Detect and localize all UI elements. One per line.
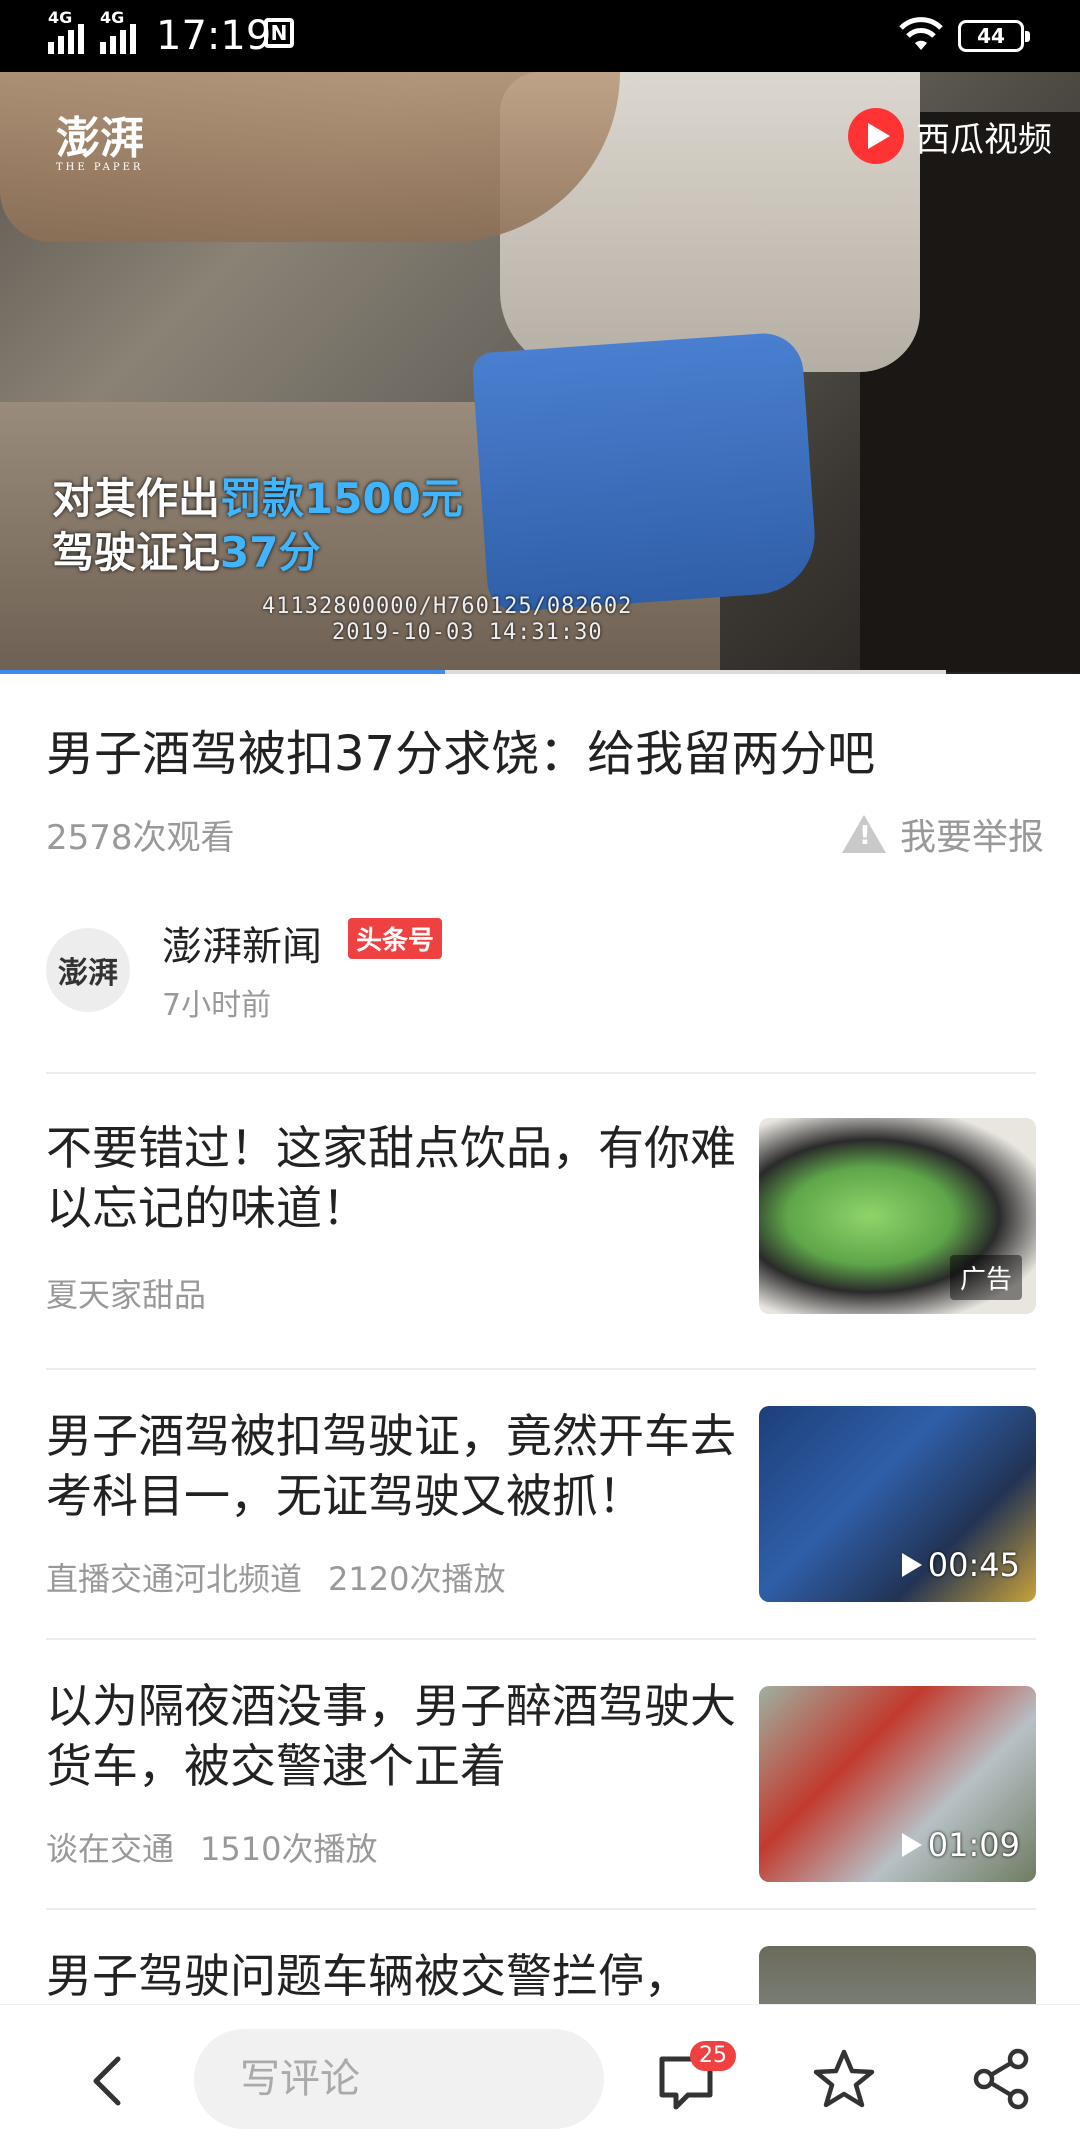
divider (46, 1908, 1036, 1910)
signal-icon-sim1: 4G (48, 8, 88, 54)
video-timestamp: 41132800000/H760125/082602 2019-10-03 14… (262, 594, 633, 645)
view-count: 2578次观看 (46, 818, 235, 858)
item-title: 不要错过！这家甜点饮品，有你难以忘记的味道！ (46, 1121, 736, 1235)
item-meta: 谈在交通 1510次播放 (46, 1830, 378, 1868)
item-thumbnail: 01:09 (759, 1686, 1036, 1882)
list-item[interactable]: 不要错过！这家甜点饮品，有你难以忘记的味道！ 夏天家甜品 广告 (46, 1118, 1036, 1338)
item-thumbnail (759, 1946, 1036, 2004)
xigua-watermark: 西瓜视频 (848, 108, 1052, 164)
video-duration: 00:45 (902, 1546, 1020, 1584)
signal-icon-sim2: 4G (100, 8, 140, 54)
bottom-action-bar: 写评论 25 (0, 2004, 1080, 2155)
status-time: 17:19 (156, 13, 272, 59)
report-label: 我要举报 (899, 817, 1044, 858)
item-thumbnail: 00:45 (759, 1406, 1036, 1602)
comment-input[interactable]: 写评论 (194, 2029, 604, 2129)
comment-count-badge: 25 (690, 2041, 736, 2071)
item-meta: 夏天家甜品 (46, 1276, 207, 1314)
author-avatar[interactable]: 澎湃 (46, 928, 130, 1012)
share-icon[interactable] (970, 2047, 1034, 2111)
notification-icon: N (264, 18, 294, 48)
author-badge: 头条号 (348, 918, 443, 959)
video-player[interactable]: 澎湃 THE PAPER 西瓜视频 对其作出罚款1500元 驾驶证记37分 41… (0, 72, 1080, 674)
article-title: 男子酒驾被扣37分求饶：给我留两分吧 (46, 726, 876, 782)
video-caption: 对其作出罚款1500元 驾驶证记37分 (52, 474, 463, 577)
sim1-label: 4G (48, 8, 73, 27)
video-progress-bar[interactable] (0, 670, 946, 674)
author-name[interactable]: 澎湃新闻 (162, 914, 322, 972)
item-title: 男子驾驶问题车辆被交警拦停， (46, 1949, 690, 2003)
publish-time: 7小时前 (162, 988, 272, 1023)
video-duration: 01:09 (902, 1826, 1020, 1864)
back-icon[interactable] (80, 2051, 140, 2111)
list-item[interactable]: 以为隔夜酒没事，男子醉酒驾驶大货车，被交警逮个正着 谈在交通 1510次播放 01… (46, 1676, 1036, 1882)
status-bar: 4G 4G 17:19 N 44 (0, 0, 1080, 72)
divider (46, 1368, 1036, 1370)
xigua-play-icon (848, 108, 904, 164)
battery-level: 44 (977, 24, 1005, 48)
video-progress-fill (0, 670, 445, 674)
ad-tag: 广告 (949, 1255, 1022, 1300)
list-item[interactable]: 男子酒驾被扣驾驶证，竟然开车去考科目一，无证驾驶又被抓！ 直播交通河北频道 212… (46, 1406, 1036, 1606)
item-title: 男子酒驾被扣驾驶证，竟然开车去考科目一，无证驾驶又被抓！ (46, 1409, 736, 1523)
item-meta: 直播交通河北频道 2120次播放 (46, 1560, 506, 1598)
report-button[interactable]: 我要举报 (841, 808, 1044, 860)
battery-icon: 44 (958, 20, 1030, 52)
item-thumbnail: 广告 (759, 1118, 1036, 1314)
divider (46, 1638, 1036, 1640)
warning-icon (841, 815, 886, 853)
item-title: 以为隔夜酒没事，男子醉酒驾驶大货车，被交警逮个正着 (46, 1679, 736, 1793)
thepaper-watermark: 澎湃 THE PAPER (56, 113, 144, 173)
divider (46, 1072, 1036, 1074)
star-icon[interactable] (812, 2047, 876, 2111)
sim2-label: 4G (100, 8, 125, 27)
list-item[interactable]: 男子驾驶问题车辆被交警拦停， (46, 1946, 1036, 2004)
wifi-icon (899, 17, 943, 50)
